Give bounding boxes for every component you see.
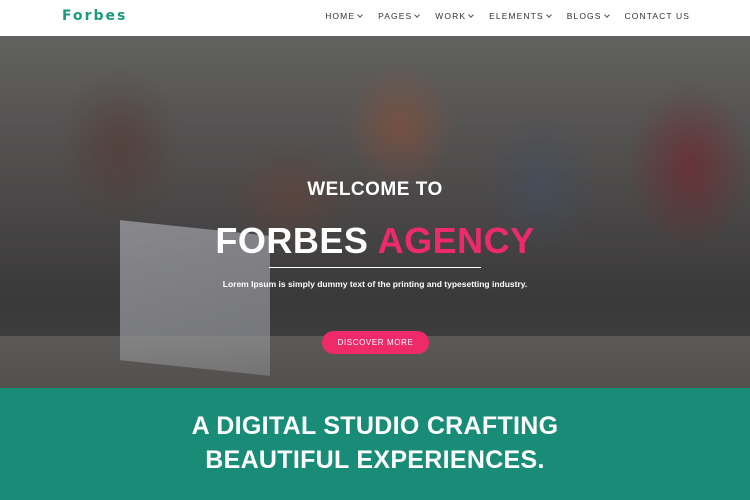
nav-item-work[interactable]: WORK — [435, 11, 474, 21]
nav-item-home[interactable]: HOME — [325, 11, 363, 21]
nav-item-label: BLOGS — [566, 11, 602, 21]
hero-subtitle: Lorem Ipsum is simply dummy text of the … — [222, 279, 528, 289]
navbar: Forbes HOME PAGES WORK ELEMENTS BLOGS CO… — [0, 0, 750, 36]
discover-more-button[interactable]: DISCOVER MORE — [322, 331, 429, 354]
hero-title: FORBES AGENCY — [0, 220, 750, 262]
hero-banner: WELCOME TO FORBES AGENCY Lorem Ipsum is … — [0, 36, 750, 388]
nav-item-label: ELEMENTS — [489, 11, 544, 21]
nav-item-contact[interactable]: CONTACT US — [625, 11, 690, 21]
chevron-down-icon — [545, 11, 552, 18]
nav-item-pages[interactable]: PAGES — [378, 11, 421, 21]
nav-item-label: WORK — [435, 11, 467, 21]
chevron-down-icon — [603, 11, 610, 18]
nav-item-label: CONTACT US — [624, 11, 690, 21]
nav-item-elements[interactable]: ELEMENTS — [489, 11, 552, 21]
hero-title-main: FORBES — [215, 220, 369, 261]
studio-heading-line1: A DIGITAL STUDIO CRAFTING — [191, 412, 559, 440]
logo[interactable]: Forbes — [62, 8, 127, 24]
chevron-down-icon — [468, 11, 474, 18]
nav-item-label: PAGES — [378, 11, 413, 21]
main-nav: HOME PAGES WORK ELEMENTS BLOGS CONTACT U… — [325, 11, 690, 21]
hero-welcome-heading: WELCOME TO — [307, 179, 443, 200]
hero-divider — [269, 267, 481, 268]
chevron-down-icon — [357, 11, 363, 18]
nav-item-label: HOME — [325, 11, 356, 21]
hero-title-accent: AGENCY — [377, 220, 535, 261]
nav-item-blogs[interactable]: BLOGS — [566, 11, 610, 21]
chevron-down-icon — [414, 11, 421, 18]
studio-heading-line2: BEAUTIFUL EXPERIENCES. — [205, 446, 545, 474]
studio-section: A DIGITAL STUDIO CRAFTING BEAUTIFUL EXPE… — [0, 388, 750, 500]
